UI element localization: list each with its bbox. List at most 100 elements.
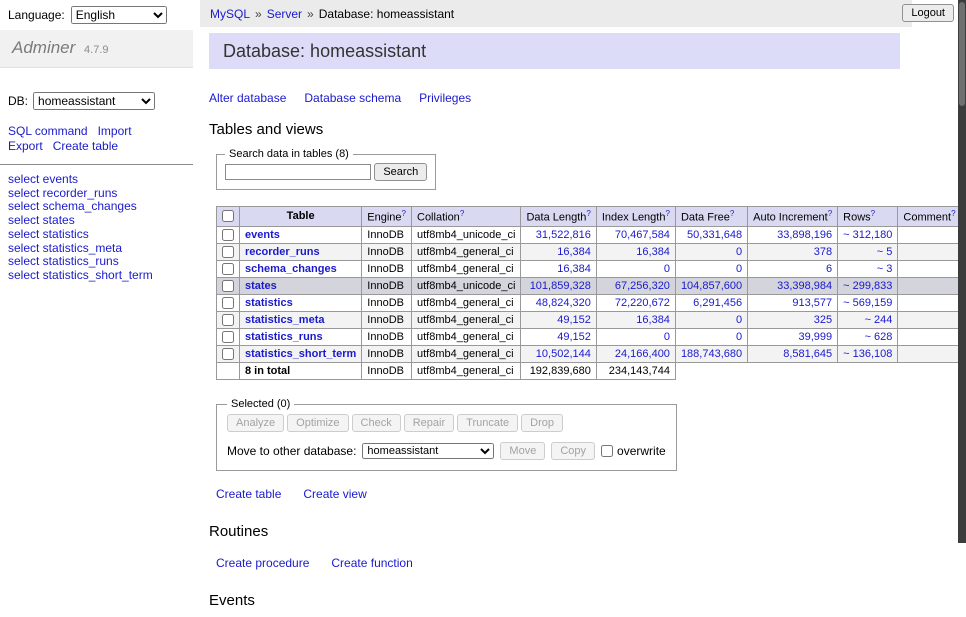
cell-data-free-link[interactable]: 6,291,456 — [693, 297, 742, 309]
cell-data-length-link[interactable]: 16,384 — [557, 246, 591, 258]
cell-index-length-link[interactable]: 0 — [664, 331, 670, 343]
row-checkbox-events[interactable] — [222, 229, 234, 241]
table-link-states[interactable]: states — [245, 280, 277, 292]
row-checkbox-schema-changes[interactable] — [222, 263, 234, 275]
sidebar-link-select-recorder-runs[interactable]: select recorder_runs — [8, 187, 193, 200]
cell-auto-increment-link[interactable]: 33,898,196 — [777, 229, 832, 241]
scrollbar-thumb[interactable] — [959, 2, 965, 106]
link-create-view[interactable]: Create view — [303, 487, 366, 501]
move-db-select[interactable]: homeassistant — [362, 443, 494, 459]
cell-auto-increment-link[interactable]: 913,577 — [792, 297, 832, 309]
cell-auto-increment-link[interactable]: 325 — [814, 314, 832, 326]
table-link-schema-changes[interactable]: schema_changes — [245, 263, 337, 275]
sidebar-link-select-statistics[interactable]: select statistics — [8, 228, 193, 241]
nav-link-alter-database[interactable]: Alter database — [209, 91, 286, 105]
cell-data-length-link[interactable]: 48,824,320 — [536, 297, 591, 309]
cell-data-free-link[interactable]: 0 — [736, 263, 742, 275]
drop-button[interactable]: Drop — [521, 414, 563, 432]
overwrite-checkbox[interactable] — [601, 445, 613, 457]
cell-index-length-link[interactable]: 67,256,320 — [615, 280, 670, 292]
db-select[interactable]: homeassistant — [33, 92, 155, 110]
nav-link-database-schema[interactable]: Database schema — [304, 91, 401, 105]
row-checkbox-statistics-meta[interactable] — [222, 314, 234, 326]
select-all-checkbox[interactable] — [222, 210, 234, 222]
logout-button[interactable]: Logout — [902, 4, 954, 22]
search-input[interactable] — [225, 164, 371, 180]
cell-rows-link[interactable]: ~ 312,180 — [843, 229, 892, 241]
app-name-link[interactable]: Adminer — [12, 38, 75, 57]
cell-data-length-link[interactable]: 31,522,816 — [536, 229, 591, 241]
sidebar-link-select-statistics-meta[interactable]: select statistics_meta — [8, 242, 193, 255]
cell-rows-link[interactable]: ~ 3 — [877, 263, 893, 275]
link-create-table[interactable]: Create table — [216, 487, 281, 501]
cell-rows-link[interactable]: ~ 628 — [865, 331, 893, 343]
analyze-button[interactable]: Analyze — [227, 414, 284, 432]
cell-rows-link[interactable]: ~ 5 — [877, 246, 893, 258]
cell-rows-link[interactable]: ~ 569,159 — [843, 297, 892, 309]
help-link[interactable]: ? — [730, 209, 734, 218]
cell-data-free-link[interactable]: 188,743,680 — [681, 348, 742, 360]
repair-button[interactable]: Repair — [404, 414, 454, 432]
help-link[interactable]: ? — [586, 209, 590, 218]
table-link-recorder-runs[interactable]: recorder_runs — [245, 246, 320, 258]
breadcrumb-link-mysql[interactable]: MySQL — [210, 7, 250, 21]
help-link[interactable]: ? — [828, 209, 832, 218]
cell-auto-increment-link[interactable]: 39,999 — [799, 331, 833, 343]
truncate-button[interactable]: Truncate — [457, 414, 518, 432]
cell-index-length-link[interactable]: 70,467,584 — [615, 229, 670, 241]
help-link[interactable]: ? — [665, 209, 669, 218]
cell-rows-link[interactable]: ~ 244 — [865, 314, 893, 326]
cell-data-free-link[interactable]: 0 — [736, 314, 742, 326]
help-link[interactable]: ? — [951, 209, 955, 218]
sidebar-link-select-states[interactable]: select states — [8, 214, 193, 227]
row-checkbox-recorder-runs[interactable] — [222, 246, 234, 258]
cell-data-free-link[interactable]: 0 — [736, 331, 742, 343]
link-create-procedure[interactable]: Create procedure — [216, 556, 309, 570]
link-create-function[interactable]: Create function — [331, 556, 412, 570]
table-link-statistics-runs[interactable]: statistics_runs — [245, 331, 323, 343]
cell-index-length-link[interactable]: 24,166,400 — [615, 348, 670, 360]
row-checkbox-statistics[interactable] — [222, 297, 234, 309]
sidebar-link-select-statistics-short-term[interactable]: select statistics_short_term — [8, 269, 193, 282]
table-link-statistics-short-term[interactable]: statistics_short_term — [245, 348, 356, 360]
cell-auto-increment-link[interactable]: 33,398,984 — [777, 280, 832, 292]
help-link[interactable]: ? — [460, 209, 464, 218]
sidebar-link-export[interactable]: Export — [8, 139, 43, 153]
sidebar-link-select-statistics-runs[interactable]: select statistics_runs — [8, 255, 193, 268]
help-link[interactable]: ? — [871, 209, 875, 218]
table-link-statistics-meta[interactable]: statistics_meta — [245, 314, 325, 326]
cell-auto-increment-link[interactable]: 378 — [814, 246, 832, 258]
cell-auto-increment-link[interactable]: 6 — [826, 263, 832, 275]
row-checkbox-statistics-runs[interactable] — [222, 331, 234, 343]
table-link-statistics[interactable]: statistics — [245, 297, 293, 309]
cell-data-length-link[interactable]: 16,384 — [557, 263, 591, 275]
cell-data-free-link[interactable]: 50,331,648 — [687, 229, 742, 241]
cell-index-length-link[interactable]: 16,384 — [636, 246, 670, 258]
nav-link-privileges[interactable]: Privileges — [419, 91, 471, 105]
cell-rows-link[interactable]: ~ 136,108 — [843, 348, 892, 360]
scrollbar[interactable] — [958, 0, 966, 543]
sidebar-link-create-table[interactable]: Create table — [53, 139, 118, 153]
sidebar-link-select-events[interactable]: select events — [8, 173, 193, 186]
move-button[interactable]: Move — [500, 442, 545, 460]
cell-index-length-link[interactable]: 0 — [664, 263, 670, 275]
cell-index-length-link[interactable]: 72,220,672 — [615, 297, 670, 309]
table-link-events[interactable]: events — [245, 229, 280, 241]
language-select[interactable]: English — [71, 6, 167, 24]
cell-data-length-link[interactable]: 10,502,144 — [536, 348, 591, 360]
cell-data-free-link[interactable]: 0 — [736, 246, 742, 258]
cell-data-length-link[interactable]: 101,859,328 — [530, 280, 591, 292]
cell-rows-link[interactable]: ~ 299,833 — [843, 280, 892, 292]
sidebar-link-sql-command[interactable]: SQL command — [8, 124, 88, 138]
row-checkbox-statistics-short-term[interactable] — [222, 348, 234, 360]
optimize-button[interactable]: Optimize — [287, 414, 348, 432]
cell-index-length-link[interactable]: 16,384 — [636, 314, 670, 326]
row-checkbox-states[interactable] — [222, 280, 234, 292]
check-button[interactable]: Check — [352, 414, 401, 432]
sidebar-link-select-schema-changes[interactable]: select schema_changes — [8, 200, 193, 213]
cell-data-free-link[interactable]: 104,857,600 — [681, 280, 742, 292]
cell-auto-increment-link[interactable]: 8,581,645 — [783, 348, 832, 360]
help-link[interactable]: ? — [402, 209, 406, 218]
search-button[interactable]: Search — [374, 163, 427, 181]
breadcrumb-link-server[interactable]: Server — [267, 7, 302, 21]
